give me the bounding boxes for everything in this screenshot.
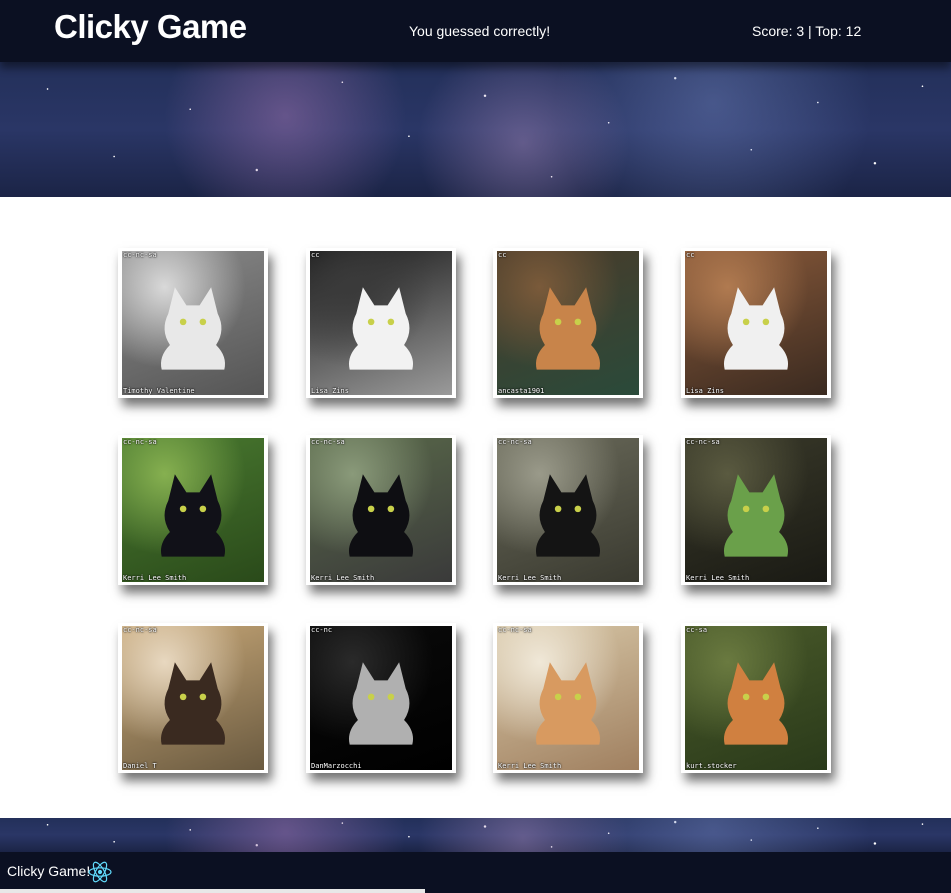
react-logo-icon [88,861,112,883]
cat-photo: cc Lisa Zins [685,251,827,395]
cat-image-card[interactable]: cc Lisa Zins [306,248,456,398]
score-display: Score: 3 | Top: 12 [752,23,862,39]
navbar: Clicky Game You guessed correctly! Score… [0,0,951,62]
license-label: cc-nc-sa [123,626,157,634]
photo-credit: Lisa Zins [686,387,724,395]
photo-credit: Lisa Zins [311,387,349,395]
cat-image-card[interactable]: cc-nc-sa Kerri Lee Smith [118,435,268,585]
guess-message: You guessed correctly! [409,23,551,39]
cat-image-card[interactable]: cc-nc-sa Kerri Lee Smith [493,623,643,773]
cat-icon [160,287,226,370]
photo-credit: Timothy Valentine [123,387,195,395]
license-label: cc [498,251,507,259]
cat-icon [723,474,789,557]
cat-icon [723,287,789,370]
license-label: cc-nc-sa [498,626,532,634]
card-grid: cc-nc-sa Timothy Valentine cc Lisa Zins cc an… [0,197,951,818]
cat-image-card[interactable]: cc-nc-sa Kerri Lee Smith [681,435,831,585]
cat-photo: cc-nc-sa Kerri Lee Smith [497,626,639,770]
license-label: cc-nc-sa [311,438,345,446]
license-label: cc-nc [311,626,333,634]
cat-icon [535,662,601,745]
cat-image-card[interactable]: cc ancasta1901 [493,248,643,398]
cat-photo: cc-nc-sa Timothy Valentine [122,251,264,395]
cat-icon [723,662,789,745]
photo-credit: Kerri Lee Smith [123,574,187,582]
cat-image-card[interactable]: cc-sa kurt.stocker [681,623,831,773]
cat-image-card[interactable]: cc-nc-sa Daniel T [118,623,268,773]
cat-photo: cc-nc-sa Kerri Lee Smith [122,438,264,582]
cat-image-card[interactable]: cc-nc-sa Kerri Lee Smith [493,435,643,585]
cat-photo: cc-nc-sa Kerri Lee Smith [685,438,827,582]
photo-credit: Kerri Lee Smith [498,762,562,770]
cat-photo: cc-nc-sa Daniel T [122,626,264,770]
footer-banner [0,818,951,852]
license-label: cc-sa [686,626,708,634]
photo-credit: DanMarzocchi [311,762,362,770]
cat-image-card[interactable]: cc-nc-sa Kerri Lee Smith [306,435,456,585]
license-label: cc-nc-sa [498,438,532,446]
cat-photo: cc-nc DanMarzocchi [310,626,452,770]
cat-icon [348,474,414,557]
license-label: cc-nc-sa [123,438,157,446]
license-label: cc [686,251,695,259]
license-label: cc-nc-sa [123,251,157,259]
cat-icon [160,474,226,557]
brand-title[interactable]: Clicky Game [54,8,247,46]
photo-credit: kurt.stocker [686,762,737,770]
cat-icon [535,474,601,557]
footer-scrollbar[interactable] [0,889,425,893]
cat-photo: cc-nc-sa Kerri Lee Smith [310,438,452,582]
cat-image-card[interactable]: cc Lisa Zins [681,248,831,398]
photo-credit: Kerri Lee Smith [311,574,375,582]
photo-credit: Kerri Lee Smith [686,574,750,582]
license-label: cc-nc-sa [686,438,720,446]
footer: Clicky Game! [0,852,951,893]
cat-icon [535,287,601,370]
cat-photo: cc Lisa Zins [310,251,452,395]
cat-image-card[interactable]: cc-nc DanMarzocchi [306,623,456,773]
cat-icon [160,662,226,745]
cat-photo: cc-nc-sa Kerri Lee Smith [497,438,639,582]
header-banner [0,62,951,197]
photo-credit: ancasta1901 [498,387,545,395]
footer-text: Clicky Game! [7,863,91,879]
license-label: cc [311,251,320,259]
photo-credit: Kerri Lee Smith [498,574,562,582]
cat-photo: cc-sa kurt.stocker [685,626,827,770]
cat-icon [348,662,414,745]
photo-credit: Daniel T [123,762,157,770]
cat-image-card[interactable]: cc-nc-sa Timothy Valentine [118,248,268,398]
cat-photo: cc ancasta1901 [497,251,639,395]
cat-icon [348,287,414,370]
